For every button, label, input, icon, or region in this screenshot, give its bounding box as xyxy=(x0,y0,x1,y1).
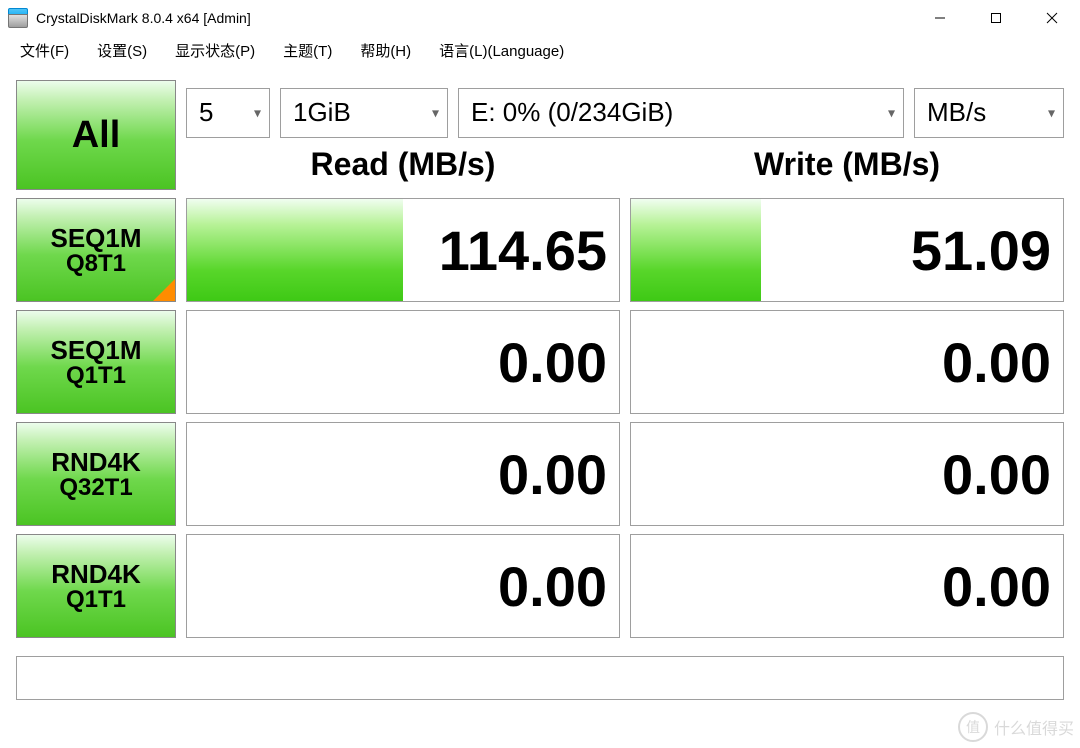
write-value-cell: 0.00 xyxy=(630,534,1064,638)
window-controls xyxy=(912,0,1080,35)
main-panel: All 5 ▾ 1GiB ▾ E: 0% (0/234GiB) ▾ MB/s ▾ xyxy=(0,66,1080,656)
menu-help[interactable]: 帮助(H) xyxy=(348,36,423,65)
chevron-down-icon: ▾ xyxy=(254,104,261,121)
status-bar xyxy=(16,656,1064,700)
result-row: RND4KQ32T1 0.00 0.00 xyxy=(16,422,1064,526)
minimize-button[interactable] xyxy=(912,0,968,35)
run-test-button[interactable]: RND4KQ1T1 xyxy=(16,534,176,638)
test-label-line2: Q8T1 xyxy=(66,250,126,278)
read-value: 0.00 xyxy=(498,442,607,507)
read-value: 114.65 xyxy=(439,218,607,283)
test-size-select[interactable]: 1GiB ▾ xyxy=(280,88,448,138)
run-all-button[interactable]: All xyxy=(16,80,176,190)
drive-select[interactable]: E: 0% (0/234GiB) ▾ xyxy=(458,88,904,138)
results-grid: SEQ1MQ8T1114.6551.09SEQ1MQ1T10.000.00RND… xyxy=(16,198,1064,638)
watermark: 值 什么值得买 xyxy=(958,712,1074,742)
result-row: RND4KQ1T1 0.00 0.00 xyxy=(16,534,1064,638)
run-test-button[interactable]: SEQ1MQ1T1 xyxy=(16,310,176,414)
maximize-button[interactable] xyxy=(968,0,1024,35)
unit-select[interactable]: MB/s ▾ xyxy=(914,88,1064,138)
write-value: 0.00 xyxy=(942,554,1051,619)
read-value: 0.00 xyxy=(498,330,607,395)
read-value-cell: 0.00 xyxy=(186,422,620,526)
run-all-label: All xyxy=(72,114,121,157)
test-size-value: 1GiB xyxy=(293,97,351,128)
read-progress-bar xyxy=(187,199,403,301)
chevron-down-icon: ▾ xyxy=(432,104,439,121)
test-label-line2: Q32T1 xyxy=(59,474,132,502)
test-count-select[interactable]: 5 ▾ xyxy=(186,88,270,138)
test-label-line2: Q1T1 xyxy=(66,362,126,390)
watermark-badge: 值 xyxy=(958,712,988,742)
write-progress-bar xyxy=(631,199,761,301)
write-value-cell: 51.09 xyxy=(630,198,1064,302)
read-value-cell: 0.00 xyxy=(186,534,620,638)
unit-value: MB/s xyxy=(927,97,986,128)
test-label-line2: Q1T1 xyxy=(66,586,126,614)
write-value-cell: 0.00 xyxy=(630,310,1064,414)
menu-settings[interactable]: 设置(S) xyxy=(85,36,159,65)
chevron-down-icon: ▾ xyxy=(888,104,895,121)
menu-theme[interactable]: 主题(T) xyxy=(271,36,344,65)
app-icon xyxy=(8,8,28,28)
write-value: 0.00 xyxy=(942,330,1051,395)
write-value: 0.00 xyxy=(942,442,1051,507)
run-test-button[interactable]: SEQ1MQ8T1 xyxy=(16,198,176,302)
menu-language[interactable]: 语言(L)(Language) xyxy=(427,36,576,65)
menubar: 文件(F) 设置(S) 显示状态(P) 主题(T) 帮助(H) 语言(L)(La… xyxy=(0,36,1080,66)
chevron-down-icon: ▾ xyxy=(1048,104,1055,121)
drive-value: E: 0% (0/234GiB) xyxy=(471,97,673,128)
read-value-cell: 114.65 xyxy=(186,198,620,302)
active-corner-icon xyxy=(153,279,175,301)
test-count-value: 5 xyxy=(199,97,213,128)
menu-file[interactable]: 文件(F) xyxy=(8,36,81,65)
close-button[interactable] xyxy=(1024,0,1080,35)
read-value-cell: 0.00 xyxy=(186,310,620,414)
read-value: 0.00 xyxy=(498,554,607,619)
watermark-text: 什么值得买 xyxy=(994,715,1074,739)
write-value: 51.09 xyxy=(911,218,1051,283)
window-title: CrystalDiskMark 8.0.4 x64 [Admin] xyxy=(36,10,912,26)
write-value-cell: 0.00 xyxy=(630,422,1064,526)
result-row: SEQ1MQ1T1 0.00 0.00 xyxy=(16,310,1064,414)
menu-display[interactable]: 显示状态(P) xyxy=(163,36,267,65)
run-test-button[interactable]: RND4KQ32T1 xyxy=(16,422,176,526)
result-row: SEQ1MQ8T1 114.65 51.09 xyxy=(16,198,1064,302)
titlebar: CrystalDiskMark 8.0.4 x64 [Admin] xyxy=(0,0,1080,36)
write-column-header: Write (MB/s) xyxy=(630,142,1064,183)
read-column-header: Read (MB/s) xyxy=(186,142,620,183)
